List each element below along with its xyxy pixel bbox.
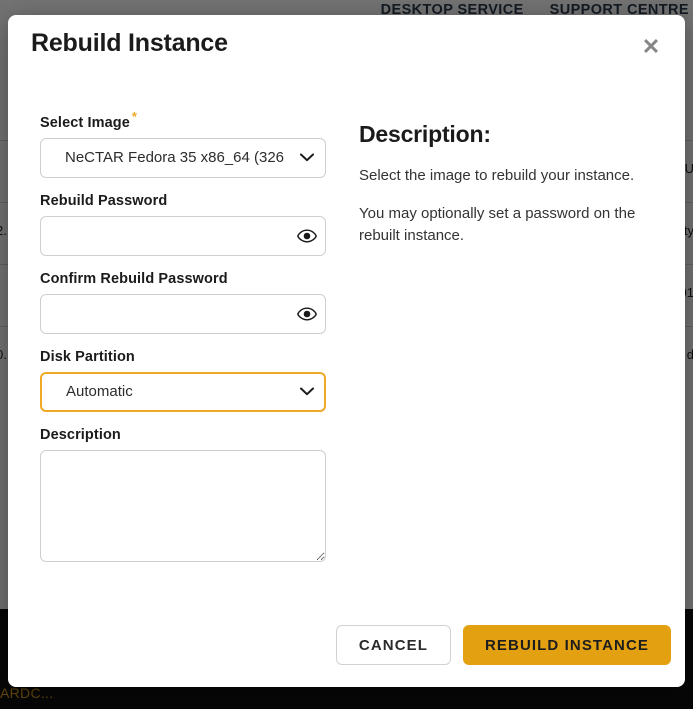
disk-partition-label: Disk Partition: [40, 348, 135, 365]
confirm-rebuild-password-wrapper: [40, 293, 326, 334]
rebuild-password-label: Rebuild Password: [40, 192, 168, 209]
rebuild-form: Select Image * NeCTAR Fedora 35 x86_64 (3…: [40, 109, 330, 582]
description-panel: Description: Select the image to rebuild…: [359, 121, 659, 263]
rebuild-instance-dialog: Rebuild Instance Select Image * NeCTAR Fe…: [8, 15, 685, 687]
description-panel-paragraph-1: Select the image to rebuild your instanc…: [359, 167, 635, 184]
close-icon[interactable]: [634, 29, 668, 63]
eye-icon[interactable]: [296, 303, 318, 325]
field-confirm-rebuild-password: Confirm Rebuild Password: [40, 271, 330, 334]
eye-icon[interactable]: [296, 225, 318, 247]
field-select-image: Select Image * NeCTAR Fedora 35 x86_64 (3…: [40, 109, 330, 178]
dialog-body: Select Image * NeCTAR Fedora 35 x86_64 (3…: [8, 87, 685, 603]
dialog-footer: CANCEL REBUILD INSTANCE: [8, 603, 685, 687]
disk-partition-dropdown[interactable]: Automatic: [40, 371, 326, 412]
description-panel-paragraph-2: You may optionally set a password on the…: [359, 205, 636, 244]
description-textarea[interactable]: [40, 449, 326, 562]
select-image-label-text: Select Image: [40, 114, 130, 131]
dialog-title: Rebuild Instance: [31, 29, 228, 57]
cancel-button[interactable]: CANCEL: [335, 625, 451, 665]
field-rebuild-password: Rebuild Password: [40, 193, 330, 256]
rebuild-instance-button[interactable]: REBUILD INSTANCE: [463, 625, 671, 665]
rebuild-password-wrapper: [40, 215, 326, 256]
description-label: Description: [40, 426, 121, 443]
field-description: Description: [40, 427, 330, 567]
field-disk-partition: Disk Partition Automatic: [40, 349, 330, 412]
select-image-label: Select Image *: [40, 109, 330, 131]
select-image-wrapper: NeCTAR Fedora 35 x86_64 (326: [40, 137, 326, 178]
select-image-dropdown[interactable]: NeCTAR Fedora 35 x86_64 (326: [40, 137, 326, 178]
description-panel-heading: Description:: [359, 121, 491, 147]
confirm-rebuild-password-input[interactable]: [40, 293, 326, 334]
rebuild-password-input[interactable]: [40, 215, 326, 256]
disk-partition-wrapper: Automatic: [40, 371, 326, 412]
required-asterisk: *: [131, 109, 138, 124]
page-root: DESKTOP SERVICE SUPPORT CENTRE U 2. ity …: [0, 0, 693, 709]
confirm-rebuild-password-label: Confirm Rebuild Password: [40, 270, 228, 287]
